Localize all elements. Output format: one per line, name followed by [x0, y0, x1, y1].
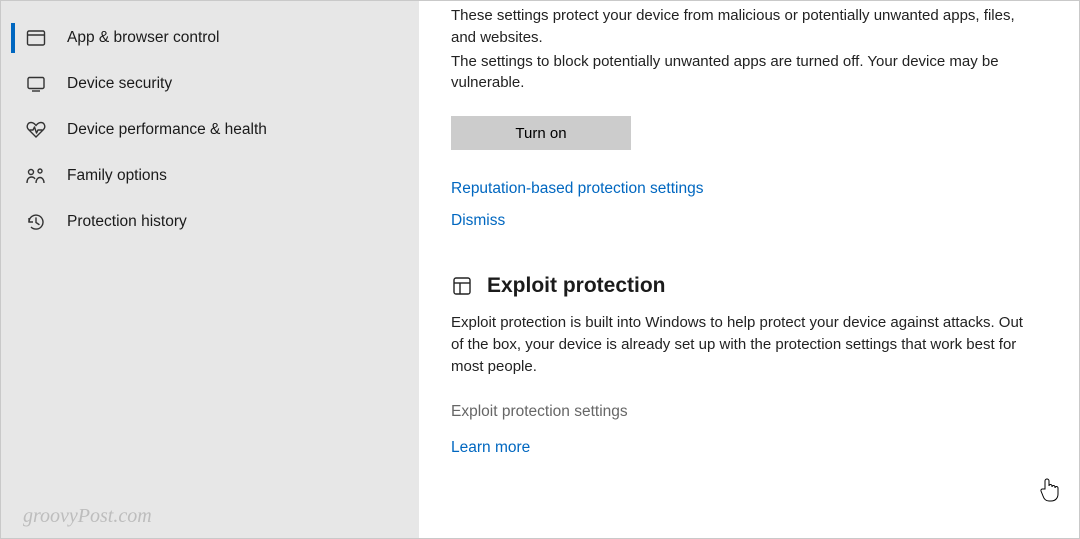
learn-more-link[interactable]: Learn more — [451, 439, 1039, 457]
health-icon — [25, 119, 47, 141]
sidebar-item-label: Device security — [67, 75, 172, 93]
reputation-settings-link[interactable]: Reputation-based protection settings — [451, 180, 1039, 198]
sidebar: App & browser control Device security De… — [1, 1, 419, 538]
dismiss-link[interactable]: Dismiss — [451, 212, 1039, 230]
sidebar-item-protection-history[interactable]: Protection history — [1, 199, 419, 245]
main-content: These settings protect your device from … — [419, 1, 1079, 538]
history-icon — [25, 211, 47, 233]
sidebar-item-family-options[interactable]: Family options — [1, 153, 419, 199]
sidebar-item-label: Device performance & health — [67, 121, 267, 139]
sidebar-item-device-security[interactable]: Device security — [1, 61, 419, 107]
sidebar-item-label: Family options — [67, 167, 167, 185]
turn-on-button[interactable]: Turn on — [451, 116, 631, 150]
sidebar-item-app-browser[interactable]: App & browser control — [1, 15, 419, 61]
reputation-desc-line1: These settings protect your device from … — [451, 5, 1039, 49]
exploit-protection-settings-link[interactable]: Exploit protection settings — [451, 403, 1039, 421]
sidebar-item-device-performance[interactable]: Device performance & health — [1, 107, 419, 153]
exploit-protection-section: Exploit protection Exploit protection is… — [451, 274, 1039, 457]
reputation-desc-line2: The settings to block potentially unwant… — [451, 51, 1039, 95]
family-icon — [25, 165, 47, 187]
reputation-description: These settings protect your device from … — [451, 5, 1039, 94]
exploit-protection-icon — [451, 275, 473, 297]
sidebar-item-label: App & browser control — [67, 29, 220, 47]
app-browser-icon — [25, 27, 47, 49]
cursor-pointer-icon — [1039, 477, 1059, 503]
sidebar-item-label: Protection history — [67, 213, 187, 231]
exploit-description: Exploit protection is built into Windows… — [451, 312, 1039, 377]
exploit-heading: Exploit protection — [487, 274, 666, 298]
device-security-icon — [25, 73, 47, 95]
